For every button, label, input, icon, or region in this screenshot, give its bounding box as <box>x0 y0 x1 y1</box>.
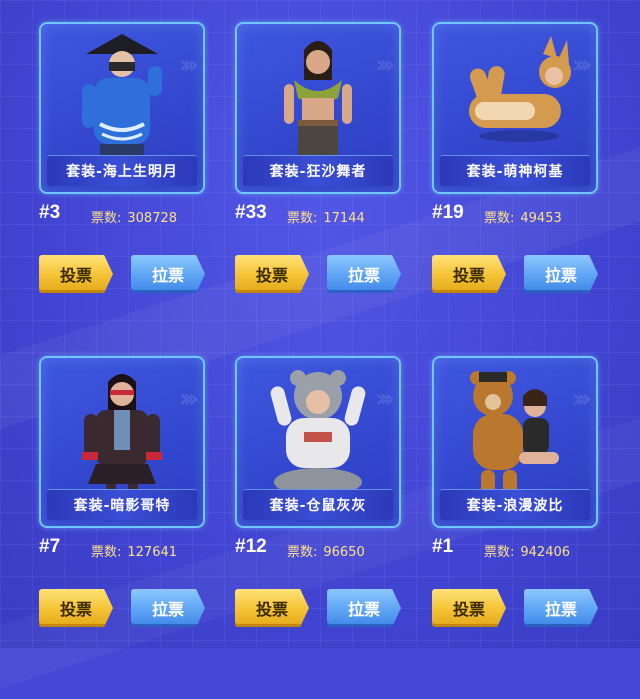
outfit-name: 套装-暗影哥特 <box>47 489 197 520</box>
outfit-card: ››› 套装-萌神柯基 #19 票数: 49453 投票 拉票 <box>432 22 598 322</box>
vote-count-label: 票数: <box>484 211 515 226</box>
outfit-thumbnail[interactable]: ››› 套装-狂沙舞者 <box>235 22 401 194</box>
vote-count-value: 308728 <box>127 211 178 226</box>
outfit-name: 套装-狂沙舞者 <box>243 155 393 186</box>
invite-vote-button[interactable]: 拉票 <box>327 589 401 627</box>
outfit-card: ››› 套装-仓鼠灰灰 #12 票数: 96650 投票 拉票 <box>235 356 401 656</box>
outfit-rank: #1 <box>432 536 454 557</box>
outfit-card: ››› 套装-浪漫波比 #1 票数: 942406 投票 拉票 <box>432 356 598 656</box>
background-chevrons-icon: ››› <box>374 384 395 414</box>
outfit-thumbnail[interactable]: ››› 套装-海上生明月 <box>39 22 205 194</box>
vote-count-label: 票数: <box>484 545 515 560</box>
vote-count-value: 17144 <box>323 211 365 226</box>
vote-count-label: 票数: <box>287 545 318 560</box>
vote-count-value: 127641 <box>127 545 178 560</box>
vote-count: 票数: 17144 <box>287 207 365 226</box>
outfit-name: 套装-海上生明月 <box>47 155 197 186</box>
outfit-figure-icon <box>470 371 559 498</box>
outfit-rank: #12 <box>235 536 267 557</box>
outfit-card: ››› 套装-暗影哥特 #7 票数: 127641 投票 拉票 <box>39 356 205 656</box>
vote-count: 票数: 49453 <box>484 207 562 226</box>
vote-button[interactable]: 投票 <box>235 255 309 293</box>
vote-button[interactable]: 投票 <box>432 255 506 293</box>
outfit-figure-icon <box>270 370 366 496</box>
outfit-thumbnail[interactable]: ››› 套装-仓鼠灰灰 <box>235 356 401 528</box>
background-chevrons-icon: ››› <box>374 50 395 80</box>
vote-count-value: 96650 <box>323 545 365 560</box>
background-chevrons-icon: ››› <box>571 50 592 80</box>
outfit-rank: #19 <box>432 202 464 223</box>
invite-vote-button[interactable]: 拉票 <box>131 589 205 627</box>
outfit-figure-icon <box>284 41 352 168</box>
vote-count: 票数: 127641 <box>91 541 177 560</box>
outfit-figure-icon <box>82 34 162 168</box>
background-chevrons-icon: ››› <box>178 50 199 80</box>
outfit-thumbnail[interactable]: ››› 套装-浪漫波比 <box>432 356 598 528</box>
vote-count-label: 票数: <box>91 211 122 226</box>
vote-count-label: 票数: <box>287 211 318 226</box>
vote-count: 票数: 96650 <box>287 541 365 560</box>
vote-button[interactable]: 投票 <box>235 589 309 627</box>
vote-count: 票数: 942406 <box>484 541 570 560</box>
vote-count-label: 票数: <box>91 545 122 560</box>
invite-vote-button[interactable]: 拉票 <box>327 255 401 293</box>
vote-count: 票数: 308728 <box>91 207 177 226</box>
outfit-thumbnail[interactable]: ››› 套装-萌神柯基 <box>432 22 598 194</box>
outfit-figure-icon <box>82 374 162 504</box>
vote-button[interactable]: 投票 <box>39 589 113 627</box>
invite-vote-button[interactable]: 拉票 <box>524 255 598 293</box>
background-chevrons-icon: ››› <box>571 384 592 414</box>
vote-button[interactable]: 投票 <box>432 589 506 627</box>
outfit-name: 套装-浪漫波比 <box>440 489 590 520</box>
vote-count-value: 49453 <box>520 211 562 226</box>
outfit-name: 套装-萌神柯基 <box>440 155 590 186</box>
invite-vote-button[interactable]: 拉票 <box>131 255 205 293</box>
vote-button[interactable]: 投票 <box>39 255 113 293</box>
outfit-card: ››› 套装-海上生明月 #3 票数: 308728 投票 拉票 <box>39 22 205 322</box>
outfit-card: ››› 套装-狂沙舞者 #33 票数: 17144 投票 拉票 <box>235 22 401 322</box>
outfit-rank: #7 <box>39 536 61 557</box>
invite-vote-button[interactable]: 拉票 <box>524 589 598 627</box>
vote-count-value: 942406 <box>520 545 571 560</box>
outfit-name: 套装-仓鼠灰灰 <box>243 489 393 520</box>
outfit-vote-grid: ››› 套装-海上生明月 #3 票数: 308728 投票 拉票 ››› 套装-… <box>0 0 640 648</box>
outfit-rank: #3 <box>39 202 61 223</box>
outfit-thumbnail[interactable]: ››› 套装-暗影哥特 <box>39 356 205 528</box>
outfit-figure-icon <box>469 36 571 142</box>
background-chevrons-icon: ››› <box>178 384 199 414</box>
outfit-rank: #33 <box>235 202 267 223</box>
